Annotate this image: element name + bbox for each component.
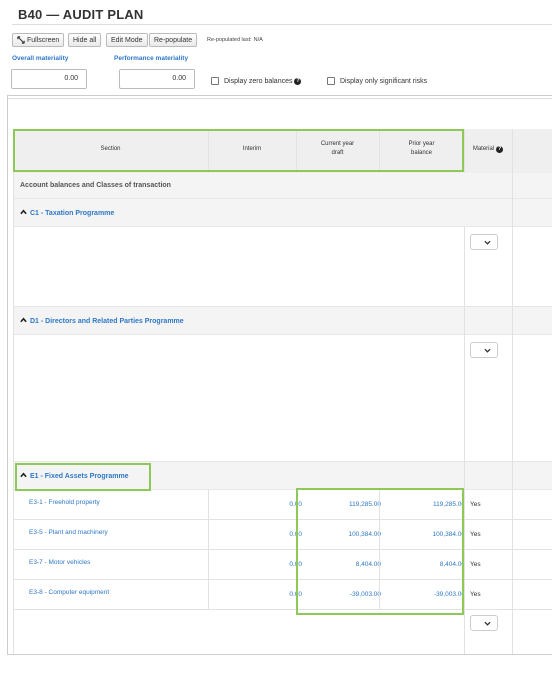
group-header-row: Account balances and Classes of transact… <box>13 173 552 199</box>
row-material: Yes <box>470 531 481 538</box>
row-material: Yes <box>470 501 481 508</box>
column-divider <box>13 129 14 654</box>
section-e1-highlight <box>15 463 151 491</box>
edit-mode-button[interactable]: Edit Mode <box>106 33 148 47</box>
header-material-label: Material <box>472 146 495 152</box>
material-dropdown[interactable] <box>470 342 498 358</box>
chevron-down-icon <box>484 621 491 626</box>
material-dropdown[interactable] <box>470 234 498 250</box>
section-c1-body <box>13 227 552 307</box>
overall-materiality-label: Overall materiality <box>12 55 69 62</box>
display-zero-balances-label: Display zero balances <box>224 77 293 85</box>
repopulate-button[interactable]: Re-populate <box>149 33 198 47</box>
question-circle-icon[interactable]: ? <box>496 146 504 153</box>
column-divider <box>464 227 465 654</box>
table-row[interactable]: E3-1 - Freehold property 0.00 119,285.00… <box>13 490 552 520</box>
row-code[interactable]: E3-8 - Computer equipment <box>29 589 109 596</box>
chevron-down-icon <box>484 240 491 245</box>
header-material: Material? <box>464 145 512 154</box>
row-material: Yes <box>470 591 481 598</box>
material-dropdown[interactable] <box>470 615 498 631</box>
performance-materiality-label: Performance materiality <box>114 55 189 62</box>
display-significant-risks-label: Display only significant risks <box>340 77 428 85</box>
group-title: Account balances and Classes of transact… <box>20 182 171 189</box>
row-code[interactable]: E3-7 - Motor vehicles <box>29 559 90 566</box>
table-top-rule <box>8 98 552 99</box>
row-code[interactable]: E3-5 - Plant and machinery <box>29 529 108 536</box>
table-row[interactable]: E3-7 - Motor vehicles 0.00 8,404.00 8,40… <box>13 550 552 580</box>
section-c1-toggle[interactable]: C1 - Taxation Programme <box>20 209 114 217</box>
table-row[interactable]: E3-5 - Plant and machinery 0.00 100,384.… <box>13 520 552 550</box>
column-divider <box>512 129 513 654</box>
section-d1-toggle[interactable]: D1 - Directors and Related Parties Progr… <box>20 317 184 325</box>
hide-all-button[interactable]: Hide all <box>68 33 102 47</box>
question-circle-icon[interactable]: ? <box>294 77 302 85</box>
table-row[interactable]: E3-8 - Computer equipment 0.00 -39,003.0… <box>13 580 552 610</box>
display-significant-risks-checkbox[interactable]: Display only significant risks <box>327 77 427 85</box>
values-highlight <box>296 488 464 615</box>
section-d1-body <box>13 335 552 462</box>
checkbox-box[interactable] <box>211 77 219 85</box>
title-divider <box>12 24 552 25</box>
column-divider <box>208 490 209 610</box>
fullscreen-button[interactable]: Fullscreen <box>12 33 65 47</box>
header-highlight <box>13 129 464 172</box>
chevron-down-icon <box>484 348 491 353</box>
row-code[interactable]: E3-1 - Freehold property <box>29 499 100 506</box>
page-title: B40 — AUDIT PLAN <box>18 7 144 22</box>
repopulated-label: Re-populated last: <box>207 37 252 43</box>
repopulated-status: Re-populated last: N/A <box>207 37 263 43</box>
section-d1-label: D1 - Directors and Related Parties Progr… <box>30 318 184 325</box>
display-zero-balances-checkbox[interactable]: Display zero balances ? <box>211 77 302 85</box>
section-e1-footer <box>13 610 552 654</box>
chevron-up-icon <box>20 209 27 215</box>
repopulated-value: N/A <box>253 37 263 43</box>
section-d1-header[interactable]: D1 - Directors and Related Parties Progr… <box>13 307 552 335</box>
overall-materiality-input[interactable]: 0.00 <box>11 69 87 89</box>
column-divider <box>464 129 465 173</box>
section-c1-header[interactable]: C1 - Taxation Programme <box>13 199 552 227</box>
checkbox-box[interactable] <box>327 77 335 85</box>
performance-materiality-input[interactable]: 0.00 <box>119 69 195 89</box>
expand-arrows-icon <box>17 36 25 44</box>
chevron-up-icon <box>20 317 27 323</box>
fullscreen-label: Fullscreen <box>27 36 60 44</box>
row-material: Yes <box>470 561 481 568</box>
section-c1-label: C1 - Taxation Programme <box>30 210 115 217</box>
